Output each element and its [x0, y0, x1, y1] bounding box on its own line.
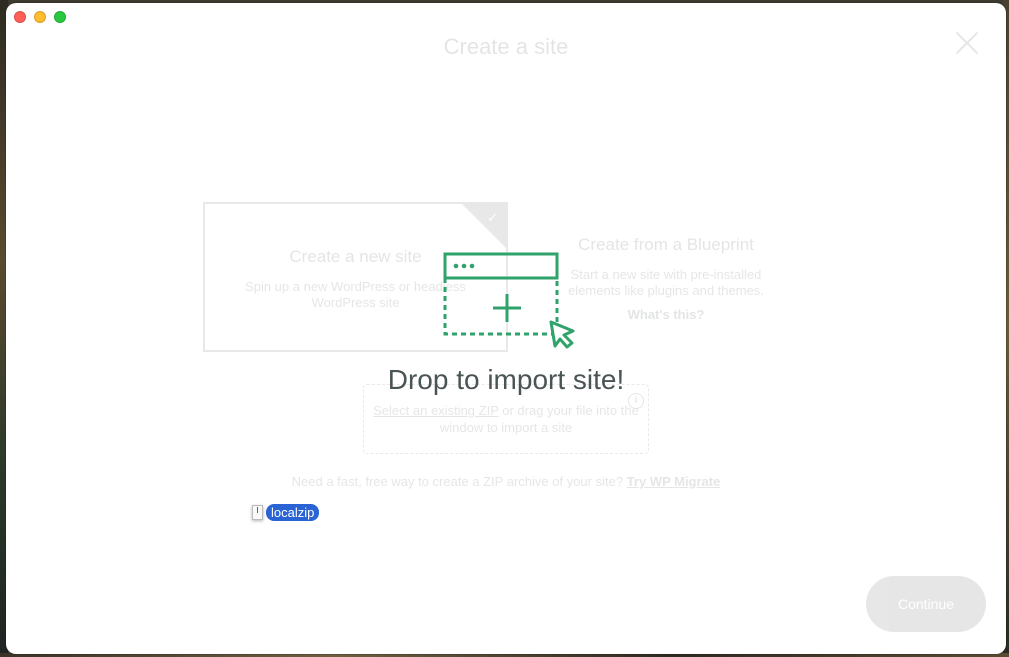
- dashed-window-body: [443, 278, 559, 336]
- app-window: Create a site ✓ Create a new site Spin u…: [6, 3, 1006, 654]
- footer-note: Need a fast, free way to create a ZIP ar…: [6, 474, 1006, 489]
- try-wp-migrate-link[interactable]: Try WP Migrate: [627, 474, 721, 489]
- dragged-file[interactable]: localzip: [252, 504, 320, 521]
- select-zip-link[interactable]: Select an existing ZIP: [373, 403, 499, 418]
- create-from-blueprint-card[interactable]: Create from a Blueprint Start a new site…: [546, 233, 786, 322]
- new-site-description: Spin up a new WordPress or headless Word…: [245, 279, 466, 310]
- page-title: Create a site: [443, 34, 569, 59]
- blueprint-description: Start a new site with pre-installed elem…: [568, 267, 764, 298]
- continue-button[interactable]: Continue: [866, 576, 986, 632]
- dragged-file-label: localzip: [266, 504, 320, 521]
- checkmark-icon: ✓: [487, 210, 498, 225]
- import-site-illustration-icon: [443, 252, 575, 349]
- blueprint-title: Create from a Blueprint: [578, 235, 754, 254]
- cursor-arrow-icon: [549, 320, 575, 349]
- browser-dot: [461, 263, 467, 269]
- browser-dot: [469, 263, 475, 269]
- close-dialog-icon[interactable]: [954, 30, 980, 56]
- whats-this-link[interactable]: What's this?: [546, 307, 786, 322]
- zip-file-icon: [252, 505, 263, 520]
- browser-dot: [453, 263, 459, 269]
- footer-question: Need a fast, free way to create a ZIP ar…: [291, 474, 627, 489]
- drop-to-import-title: Drop to import site!: [387, 364, 625, 395]
- selected-corner: [460, 202, 508, 250]
